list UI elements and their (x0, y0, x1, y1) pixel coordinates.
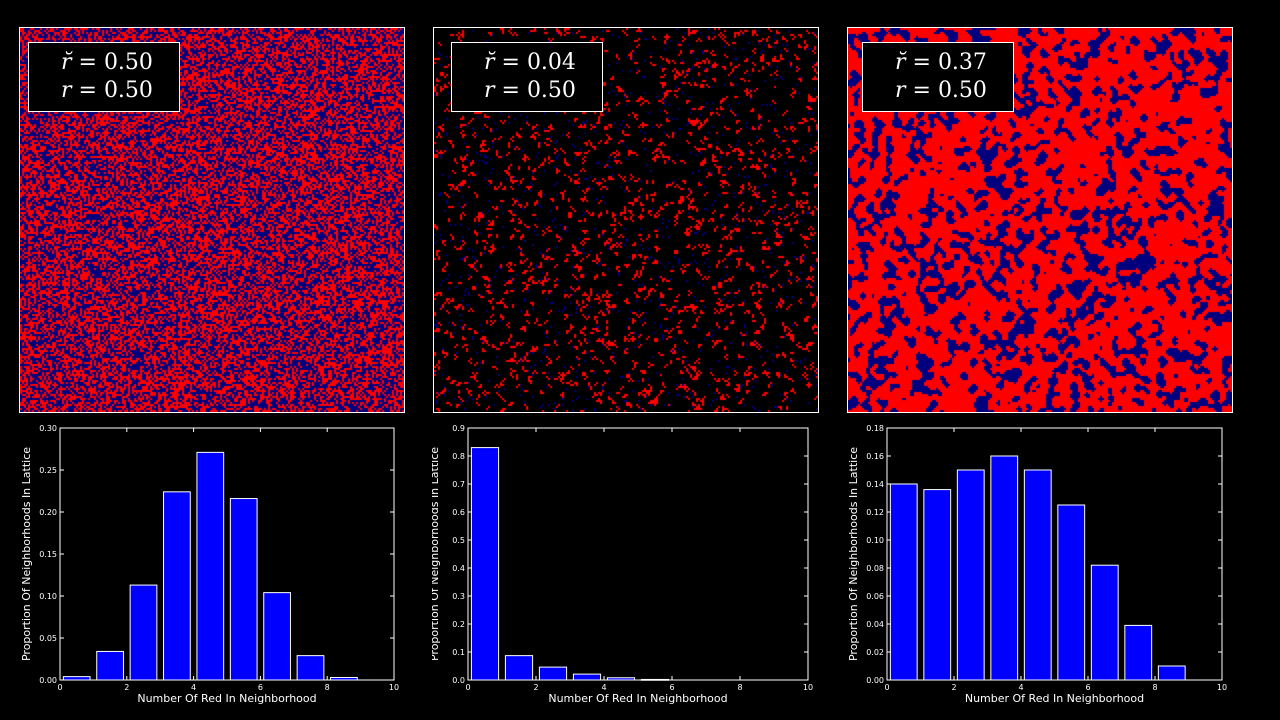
histogram-bar (1057, 504, 1086, 681)
histogram-bar (62, 676, 91, 681)
rtilde-label: r̆ = (484, 50, 527, 75)
rtilde-label: r̆ = (895, 50, 938, 75)
histogram-bar (1090, 564, 1119, 681)
rtilde-value: 0.04 (526, 50, 576, 75)
x-tick-label: 6 (258, 683, 263, 692)
x-tick-label: 4 (601, 683, 606, 692)
histogram-bar (263, 592, 291, 681)
histogram-bar (1023, 469, 1052, 681)
plot-frame (59, 427, 395, 681)
x-tick-label: 4 (1018, 683, 1023, 692)
x-tick-label: 0 (465, 683, 470, 692)
x-tick-label: 6 (1085, 683, 1090, 692)
y-tick-label: 0.1 (452, 648, 465, 657)
y-axis-label: Proportion Of Neighborhoods In Lattice (847, 447, 860, 661)
y-tick-label: 0.10 (39, 592, 57, 601)
x-tick-label: 0 (884, 683, 889, 692)
histogram-bar (96, 650, 124, 681)
rtilde-value: 0.50 (103, 50, 153, 75)
histogram-bar (538, 666, 568, 681)
y-tick-label: 0.7 (452, 480, 465, 489)
lattice-panel-3: r̆ = 0.37 r = 0.50 (847, 27, 1233, 413)
r-value: 0.50 (526, 78, 576, 103)
histogram-bar (296, 655, 325, 681)
x-tick-label: 2 (951, 683, 956, 692)
r-label: r = (895, 78, 938, 103)
y-tick-label: 0.14 (866, 480, 884, 489)
x-axis-label: Number Of Red In Neighborhood (137, 692, 316, 705)
histogram-bar (470, 447, 500, 681)
x-tick-label: 2 (124, 683, 129, 692)
y-axis-label: Proportion Of Neighborhoods In Lattice (432, 447, 441, 661)
x-tick-label: 6 (669, 683, 674, 692)
histogram-bar (1124, 624, 1153, 681)
y-tick-label: 0.12 (866, 508, 884, 517)
y-tick-label: 0.5 (452, 536, 465, 545)
x-tick-label: 10 (389, 683, 399, 692)
histogram-bar (990, 455, 1019, 681)
x-tick-label: 8 (737, 683, 742, 692)
y-tick-label: 0.08 (866, 564, 884, 573)
y-tick-label: 0.10 (866, 536, 884, 545)
histogram-bar (129, 584, 158, 681)
x-tick-label: 2 (533, 683, 538, 692)
y-axis-label: Proportion Of Neighborhoods In Lattice (20, 447, 33, 661)
histogram-bar (889, 483, 918, 681)
x-axis-label: Number Of Red In Neighborhood (965, 692, 1144, 705)
histogram-bar (196, 451, 225, 681)
y-tick-label: 0.3 (452, 592, 465, 601)
x-tick-label: 0 (57, 683, 62, 692)
histogram-bar (572, 673, 602, 681)
histogram-bar (923, 489, 952, 681)
histogram-2: 0.0 0.1 0.2 0.3 0.4 0.5 0.6 0.7 0.8 0.9 0 2 4 6 8 10 Num… (432, 424, 813, 705)
y-tick-label: 0.18 (866, 424, 884, 433)
y-tick-label: 0.20 (39, 508, 57, 517)
y-tick-label: 0.15 (39, 550, 57, 559)
y-tick-label: 0.02 (866, 648, 884, 657)
lattice-panel-2: r̆ = 0.04 r = 0.50 (433, 27, 819, 413)
x-tick-label: 4 (191, 683, 196, 692)
lattice-panel-1: r̆ = 0.50 r = 0.50 (19, 27, 405, 413)
y-tick-label: 0.0 (452, 676, 465, 685)
histogram-1: 0.00 0.05 0.10 0.15 0.20 0.25 0.30 0 2 4 6 8 10 Numbe… (20, 424, 399, 705)
x-tick-label: 10 (803, 683, 813, 692)
y-tick-label: 0.25 (39, 466, 57, 475)
rtilde-value: 0.37 (937, 50, 987, 75)
y-tick-label: 0.00 (866, 676, 884, 685)
y-tick-label: 0.4 (452, 564, 465, 573)
r-label: r = (484, 78, 527, 103)
histogram-bar (229, 498, 258, 681)
y-tick-label: 0.16 (866, 452, 884, 461)
y-tick-label: 0.00 (39, 676, 57, 685)
x-axis-label: Number Of Red In Neighborhood (548, 692, 727, 705)
y-tick-label: 0.2 (452, 620, 465, 629)
r-value: 0.50 (937, 78, 987, 103)
y-tick-label: 0.06 (866, 592, 884, 601)
y-tick-label: 0.6 (452, 508, 465, 517)
y-tick-label: 0.30 (39, 424, 57, 433)
y-tick-label: 0.04 (866, 620, 884, 629)
histogram-bar (956, 469, 985, 681)
x-tick-label: 10 (1217, 683, 1227, 692)
histogram-3: 0.00 0.02 0.04 0.06 0.08 0.10 0.12 0.14 0.16 0.18… (847, 424, 1227, 705)
y-tick-label: 0.9 (452, 424, 465, 433)
y-tick-label: 0.05 (39, 634, 57, 643)
x-tick-label: 8 (325, 683, 330, 692)
histogram-bar (1157, 665, 1186, 681)
r-value: 0.50 (103, 78, 153, 103)
histogram-bar (163, 491, 191, 681)
parameter-legend-3: r̆ = 0.37 r = 0.50 (862, 42, 1014, 112)
histogram-bar (504, 655, 534, 681)
r-label: r = (61, 78, 104, 103)
y-tick-label: 0.8 (452, 452, 465, 461)
rtilde-label: r̆ = (61, 50, 104, 75)
x-tick-label: 8 (1152, 683, 1157, 692)
parameter-legend-2: r̆ = 0.04 r = 0.50 (451, 42, 603, 112)
plot-frame (467, 427, 809, 681)
parameter-legend-1: r̆ = 0.50 r = 0.50 (28, 42, 180, 112)
